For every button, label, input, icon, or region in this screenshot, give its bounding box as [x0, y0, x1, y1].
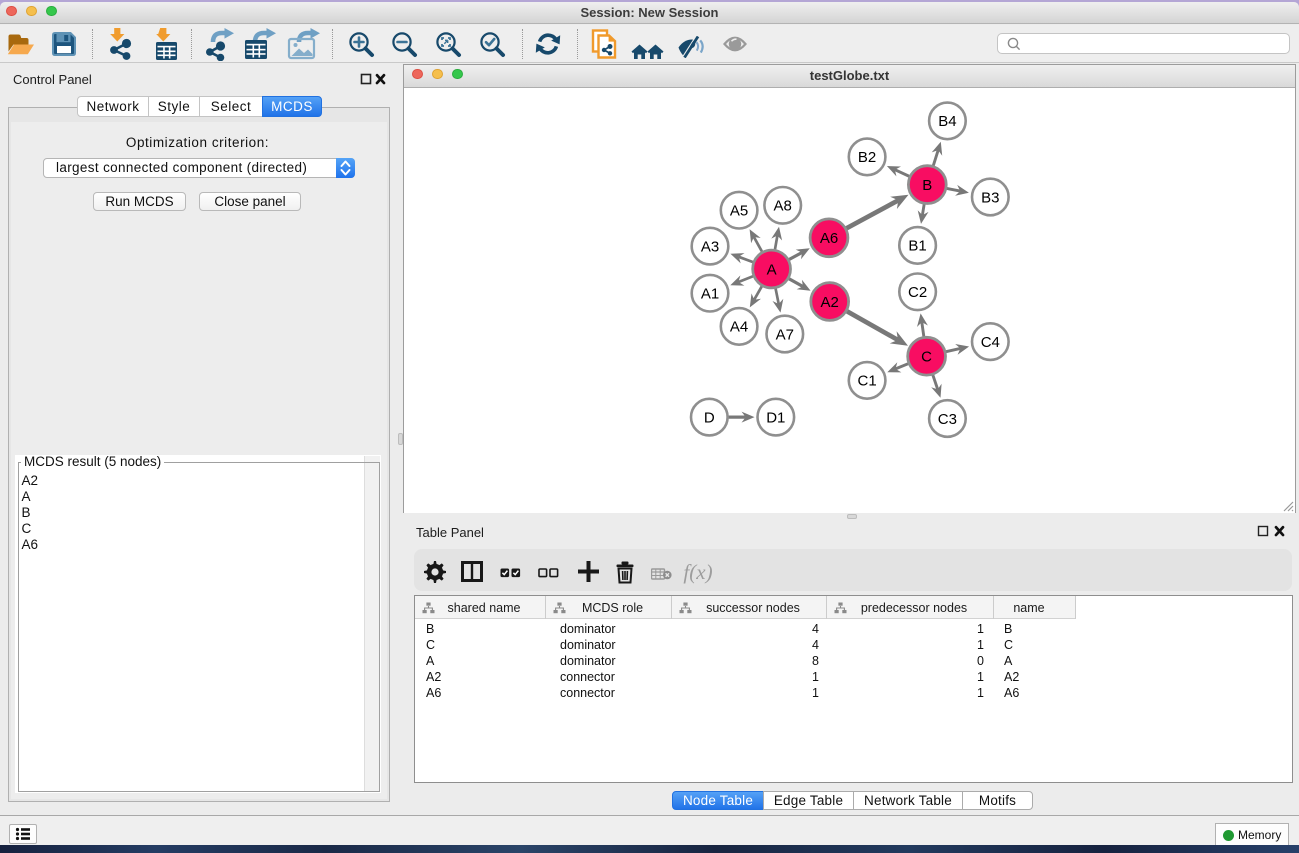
svg-text:A5: A5 [730, 203, 748, 220]
svg-text:D: D [704, 409, 715, 426]
svg-text:A: A [767, 261, 777, 278]
svg-text:C2: C2 [908, 284, 927, 301]
svg-text:B2: B2 [858, 149, 876, 166]
svg-text:A7: A7 [776, 326, 794, 343]
svg-text:A8: A8 [774, 198, 792, 215]
svg-text:C3: C3 [938, 411, 957, 428]
svg-text:B1: B1 [908, 238, 926, 255]
svg-text:A1: A1 [701, 286, 719, 303]
svg-text:B3: B3 [981, 189, 999, 206]
svg-text:A6: A6 [820, 230, 838, 247]
svg-text:C4: C4 [981, 334, 1000, 351]
svg-text:A3: A3 [701, 238, 719, 255]
svg-text:B4: B4 [938, 113, 956, 130]
svg-text:C1: C1 [858, 373, 877, 390]
svg-text:D1: D1 [766, 409, 785, 426]
svg-text:A4: A4 [730, 319, 748, 336]
svg-text:B: B [922, 177, 932, 194]
svg-text:C: C [921, 349, 932, 366]
svg-text:A2: A2 [821, 294, 839, 311]
